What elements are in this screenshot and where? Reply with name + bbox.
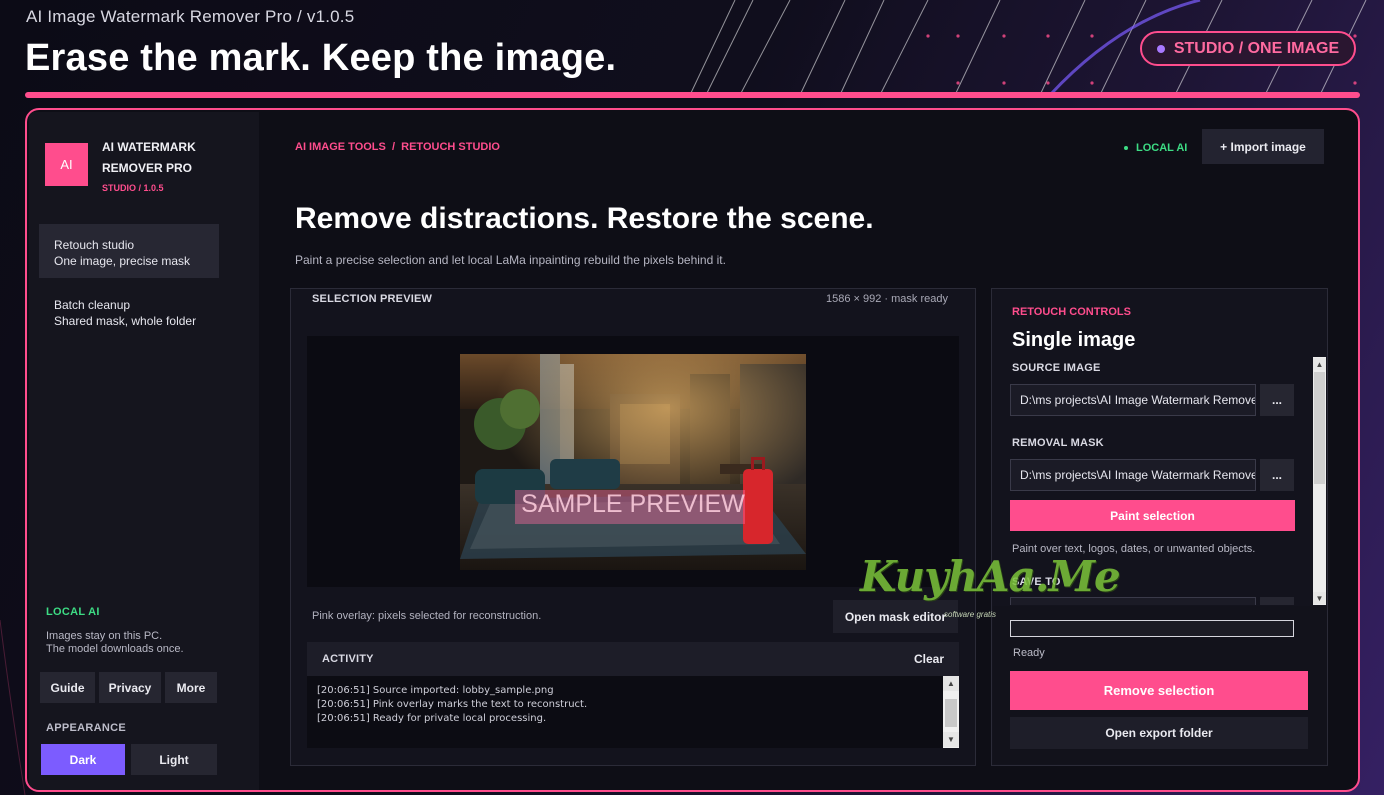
nav-subtitle: Shared mask, whole folder (54, 314, 197, 328)
brand-name: AI WATERMARK REMOVER PRO (102, 137, 196, 179)
nav-title: Batch cleanup (54, 298, 131, 312)
activity-panel: ACTIVITY Clear [20:06:51] Source importe… (307, 642, 959, 748)
page-title: Remove distractions. Restore the scene. (295, 202, 874, 235)
log-line: [20:06:51] Source imported: lobby_sample… (317, 685, 554, 696)
local-ai-status: LOCAL AI (1124, 142, 1187, 154)
nav-batch-cleanup[interactable]: Batch cleanup Shared mask, whole folder (39, 284, 219, 338)
progress-bar (1010, 620, 1294, 637)
scroll-thumb[interactable] (945, 699, 957, 727)
privacy-button[interactable]: Privacy (99, 672, 161, 703)
local-ai-status-label: LOCAL AI (1136, 142, 1188, 154)
remove-selection-button[interactable]: Remove selection (1010, 671, 1308, 710)
local-ai-line-1: Images stay on this PC. (46, 630, 163, 642)
theme-light-button[interactable]: Light (131, 744, 217, 775)
source-browse-button[interactable]: ... (1260, 384, 1294, 416)
status-text: Ready (1013, 647, 1045, 659)
scroll-thumb[interactable] (1314, 372, 1325, 484)
lobby-photo (460, 354, 806, 570)
scroll-up-icon[interactable]: ▲ (943, 676, 959, 691)
guide-button[interactable]: Guide (40, 672, 95, 703)
more-button[interactable]: More (165, 672, 217, 703)
brand-line-2: REMOVER PRO (102, 161, 193, 175)
watermark-sub: software gratis (944, 610, 997, 619)
main-content: AI IMAGE TOOLS / RETOUCH STUDIO LOCAL AI… (259, 112, 1358, 790)
badge-dot-icon (1156, 44, 1165, 53)
sample-preview-overlay: SAMPLE PREVIEW (521, 490, 745, 518)
nav-subtitle: One image, precise mask (54, 254, 191, 268)
controls-eyebrow: RETOUCH CONTROLS (1012, 306, 1131, 318)
app-logo: AI (45, 143, 88, 186)
appearance-title: APPEARANCE (46, 722, 127, 734)
status-dot-icon (1124, 146, 1128, 150)
page-subtitle: Paint a precise selection and let local … (295, 253, 726, 267)
activity-title: ACTIVITY (322, 653, 374, 665)
preview-title: SELECTION PREVIEW (312, 293, 433, 305)
source-image-field[interactable]: D:\ms projects\AI Image Watermark Remove… (1010, 384, 1256, 416)
paint-selection-button[interactable]: Paint selection (1010, 500, 1295, 531)
retouch-controls-panel: RETOUCH CONTROLS Single image SOURCE IMA… (991, 288, 1328, 766)
window-title: AI Image Watermark Remover Pro / v1.0.5 (26, 7, 355, 26)
hero-divider (25, 92, 1360, 98)
mask-browse-button[interactable]: ... (1260, 459, 1294, 491)
app-frame: AI AI WATERMARK REMOVER PRO STUDIO / 1.0… (25, 108, 1360, 792)
preview-image[interactable]: SAMPLE PREVIEW (460, 354, 806, 570)
open-export-folder-button[interactable]: Open export folder (1010, 717, 1308, 749)
local-ai-info: Images stay on this PC. The model downlo… (46, 630, 184, 656)
brand-line-1: AI WATERMARK (102, 140, 196, 154)
local-ai-line-2: The model downloads once. (46, 643, 184, 655)
save-browse-button[interactable] (1260, 597, 1294, 605)
theme-dark-button[interactable]: Dark (41, 744, 125, 775)
mode-badge-label: STUDIO / ONE IMAGE (1173, 39, 1340, 57)
scroll-up-icon[interactable]: ▲ (1313, 358, 1326, 370)
preview-canvas[interactable]: SAMPLE PREVIEW (307, 336, 959, 587)
nav-title: Retouch studio (54, 238, 135, 252)
scroll-down-icon[interactable]: ▼ (1313, 592, 1326, 604)
preview-caption: Pink overlay: pixels selected for recons… (312, 610, 542, 622)
log-line: [20:06:51] Pink overlay marks the text t… (317, 699, 588, 710)
activity-scrollbar[interactable]: ▲ ▼ (943, 676, 959, 748)
controls-title: Single image (1012, 329, 1136, 351)
log-line: [20:06:51] Ready for private local proce… (317, 713, 547, 724)
preview-meta: 1586 × 992 · mask ready (826, 293, 948, 305)
mode-badge: STUDIO / ONE IMAGE (1140, 31, 1356, 66)
hero-headline: Erase the mark. Keep the image. (25, 37, 617, 79)
activity-log: [20:06:51] Source imported: lobby_sample… (317, 684, 587, 726)
selection-preview-panel: SELECTION PREVIEW 1586 × 992 · mask read… (290, 288, 976, 766)
removal-mask-field[interactable]: D:\ms projects\AI Image Watermark Remove… (1010, 459, 1256, 491)
nav-retouch-studio[interactable]: Retouch studio One image, precise mask (39, 224, 219, 278)
scroll-down-icon[interactable]: ▼ (943, 732, 959, 747)
breadcrumb-separator: / (388, 141, 399, 153)
watermark-logo: KuyhAa.Me (860, 552, 1121, 601)
open-mask-editor-button[interactable]: Open mask editor (833, 600, 958, 633)
breadcrumb-item[interactable]: RETOUCH STUDIO (401, 141, 500, 153)
removal-mask-label: REMOVAL MASK (1012, 437, 1104, 449)
sidebar: AI AI WATERMARK REMOVER PRO STUDIO / 1.0… (29, 112, 259, 790)
breadcrumb: AI IMAGE TOOLS / RETOUCH STUDIO (295, 141, 500, 153)
breadcrumb-item[interactable]: AI IMAGE TOOLS (295, 141, 386, 153)
activity-clear-button[interactable]: Clear (914, 652, 944, 666)
source-image-label: SOURCE IMAGE (1012, 362, 1101, 374)
brand-version: STUDIO / 1.0.5 (102, 183, 164, 193)
controls-scrollbar[interactable]: ▲ ▼ (1313, 357, 1326, 605)
activity-header (307, 642, 959, 676)
import-image-button[interactable]: + Import image (1202, 129, 1324, 164)
local-ai-title: LOCAL AI (46, 606, 100, 618)
